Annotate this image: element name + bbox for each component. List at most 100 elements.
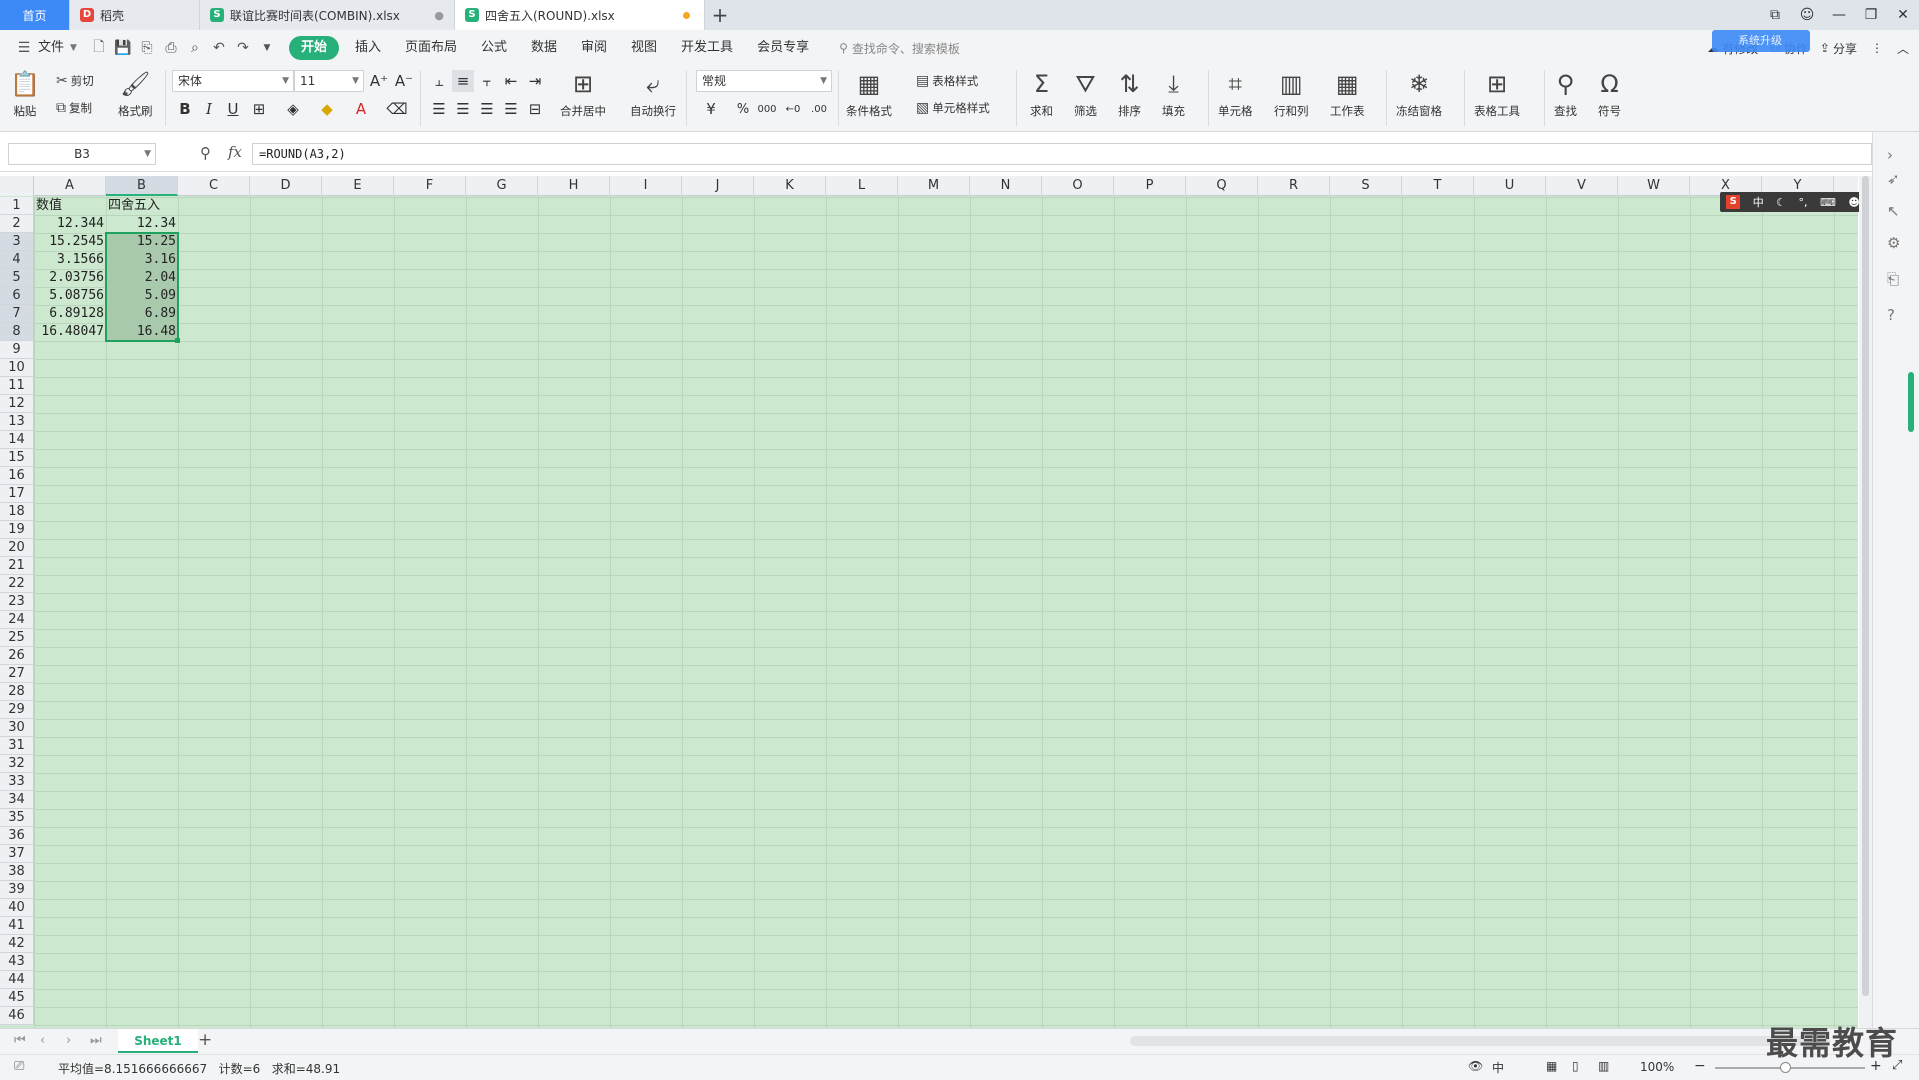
select-all-corner[interactable] xyxy=(0,176,34,196)
wrap-text-button[interactable]: ⤶ 自动换行 xyxy=(630,70,676,119)
row-header-35[interactable]: 35 xyxy=(0,809,34,827)
number-format-select[interactable]: 常规 ▼ xyxy=(696,70,832,92)
menu-review[interactable]: 审阅 xyxy=(569,36,619,60)
zoom-formula-icon[interactable]: ⚲ xyxy=(200,144,211,162)
first-sheet-icon[interactable]: ⏮ xyxy=(14,1033,26,1048)
rocket-icon[interactable]: ➶ xyxy=(1887,170,1900,188)
keyboard-icon[interactable]: ⌨ xyxy=(1820,196,1836,209)
row-header-44[interactable]: 44 xyxy=(0,971,34,989)
tab-combin-file[interactable]: S 联谊比赛时间表(COMBIN).xlsx ● xyxy=(200,0,455,30)
column-header-d[interactable]: D xyxy=(250,176,322,196)
align-bottom-icon[interactable]: ⫟ xyxy=(476,70,498,92)
sheet-tab-sheet1[interactable]: Sheet1 xyxy=(118,1029,198,1053)
font-name-select[interactable]: 宋体 ▼ xyxy=(172,70,294,92)
percent-icon[interactable]: % xyxy=(732,98,754,120)
page-break-view-icon[interactable]: ▥ xyxy=(1598,1059,1609,1073)
column-header-j[interactable]: J xyxy=(682,176,754,196)
menu-member[interactable]: 会员专享 xyxy=(745,36,821,60)
print-preview-icon[interactable]: ⌕ xyxy=(183,36,207,60)
cursor-icon[interactable]: ↖ xyxy=(1887,202,1900,220)
cell-b2[interactable]: 12.34 xyxy=(106,215,178,233)
column-header-w[interactable]: W xyxy=(1618,176,1690,196)
menu-formulas[interactable]: 公式 xyxy=(469,36,519,60)
column-header-c[interactable]: C xyxy=(178,176,250,196)
find-button[interactable]: ⚲ 查找 xyxy=(1554,70,1577,119)
add-sheet-button[interactable]: + xyxy=(198,1030,212,1050)
copy-button[interactable]: ⧉ 复制 xyxy=(56,100,92,116)
command-search[interactable]: ⚲ 查找命令、搜索模板 xyxy=(839,40,960,57)
row-header-45[interactable]: 45 xyxy=(0,989,34,1007)
row-header-20[interactable]: 20 xyxy=(0,539,34,557)
tab-round-file[interactable]: S 四舍五入(ROUND).xlsx xyxy=(455,0,705,30)
align-center-icon[interactable]: ☰ xyxy=(452,98,474,120)
font-size-select[interactable]: 11 ▼ xyxy=(294,70,364,92)
table-style-button[interactable]: ▤ 表格样式 xyxy=(916,73,978,89)
row-header-27[interactable]: 27 xyxy=(0,665,34,683)
row-header-19[interactable]: 19 xyxy=(0,521,34,539)
prev-sheet-icon[interactable]: ‹ xyxy=(40,1033,45,1048)
row-header-33[interactable]: 33 xyxy=(0,773,34,791)
row-header-15[interactable]: 15 xyxy=(0,449,34,467)
row-header-29[interactable]: 29 xyxy=(0,701,34,719)
file-menu[interactable]: 文件 xyxy=(36,36,70,60)
cell-a7[interactable]: 6.89128 xyxy=(34,305,106,323)
menu-home[interactable]: 开始 xyxy=(288,36,339,60)
window-count-icon[interactable]: ⧉ xyxy=(1759,0,1791,30)
cell-style-button[interactable]: ▧ 单元格样式 xyxy=(916,100,990,116)
tab-docer[interactable]: D 稻壳 xyxy=(70,0,200,30)
more-icon[interactable]: ⋮ xyxy=(1871,41,1883,55)
menu-developer[interactable]: 开发工具 xyxy=(669,36,745,60)
row-header-37[interactable]: 37 xyxy=(0,845,34,863)
cell-a8[interactable]: 16.48047 xyxy=(34,323,106,341)
cell-a2[interactable]: 12.344 xyxy=(34,215,106,233)
name-box[interactable]: B3 ▼ xyxy=(8,143,156,165)
moon-icon[interactable]: ☾ xyxy=(1776,196,1786,209)
column-header-q[interactable]: Q xyxy=(1186,176,1258,196)
row-header-43[interactable]: 43 xyxy=(0,953,34,971)
underline-icon[interactable]: U xyxy=(222,98,244,120)
row-header-3[interactable]: 3 xyxy=(0,233,34,251)
normal-view-icon[interactable]: ▦ xyxy=(1546,1059,1557,1073)
menu-view[interactable]: 视图 xyxy=(619,36,669,60)
cell-a1[interactable]: 数值 xyxy=(34,197,106,215)
new-tab-button[interactable]: + xyxy=(705,0,735,30)
row-header-2[interactable]: 2 xyxy=(0,215,34,233)
paste-button[interactable]: 📋 粘贴 xyxy=(10,70,40,119)
formula-input[interactable]: =ROUND(A3,2) xyxy=(252,143,1872,165)
qat-more-icon[interactable]: ▼ xyxy=(255,36,279,60)
row-header-12[interactable]: 12 xyxy=(0,395,34,413)
ime-mode[interactable]: 中 xyxy=(1753,194,1764,210)
row-header-30[interactable]: 30 xyxy=(0,719,34,737)
column-header-s[interactable]: S xyxy=(1330,176,1402,196)
column-header-r[interactable]: R xyxy=(1258,176,1330,196)
page-layout-view-icon[interactable]: ▯ xyxy=(1572,1059,1579,1073)
print-icon[interactable]: ⎙ xyxy=(159,36,183,60)
scroll-thumb[interactable] xyxy=(1862,176,1869,996)
collapse-ribbon-icon[interactable]: ︿ xyxy=(1897,40,1909,57)
last-sheet-icon[interactable]: ⏭ xyxy=(90,1033,102,1048)
row-header-38[interactable]: 38 xyxy=(0,863,34,881)
column-header-e[interactable]: E xyxy=(322,176,394,196)
merge-center-button[interactable]: ⊞ 合并居中 xyxy=(560,70,606,119)
zoom-level[interactable]: 100% xyxy=(1640,1060,1674,1074)
indent-decrease-icon[interactable]: ⇤ xyxy=(500,70,522,92)
share-icon[interactable]: ⇪ xyxy=(1820,41,1830,55)
row-header-39[interactable]: 39 xyxy=(0,881,34,899)
column-header-k[interactable]: K xyxy=(754,176,826,196)
cell-a6[interactable]: 5.08756 xyxy=(34,287,106,305)
row-header-9[interactable]: 9 xyxy=(0,341,34,359)
share-label[interactable]: 分享 xyxy=(1833,40,1857,57)
row-header-32[interactable]: 32 xyxy=(0,755,34,773)
filter-button[interactable]: ⛛ 筛选 xyxy=(1074,70,1097,119)
column-header-g[interactable]: G xyxy=(466,176,538,196)
italic-icon[interactable]: I xyxy=(198,98,220,120)
row-header-25[interactable]: 25 xyxy=(0,629,34,647)
insert-function-icon[interactable]: fx xyxy=(228,143,242,161)
row-header-17[interactable]: 17 xyxy=(0,485,34,503)
sum-button[interactable]: Σ 求和 xyxy=(1030,70,1053,119)
decrease-font-icon[interactable]: A⁻ xyxy=(393,70,415,92)
row-header-23[interactable]: 23 xyxy=(0,593,34,611)
cell-area[interactable]: 数值 四舍五入 12.344 12.34 15.2545 15.25 3.1566 3.16 2… xyxy=(34,197,1858,1028)
column-header-u[interactable]: U xyxy=(1474,176,1546,196)
row-header-41[interactable]: 41 xyxy=(0,917,34,935)
